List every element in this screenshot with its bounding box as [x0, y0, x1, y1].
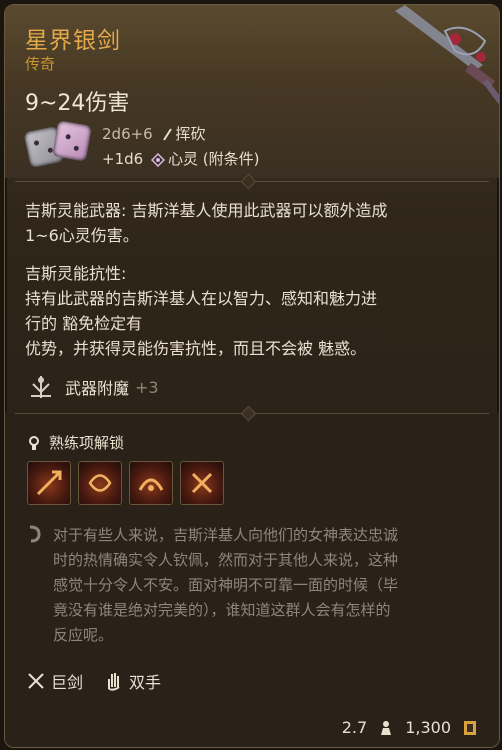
ability-text: 吉斯灵能武器: 吉斯洋基人使用此武器可以额外造成 [25, 201, 388, 220]
enchantment-label: 武器附魔 [65, 379, 130, 398]
flavor-line: 时的热情确实令人钦佩，然而对于其他人来说，这种 [53, 551, 399, 569]
ability-resistance: 吉斯灵能抗性: 持有此武器的吉斯洋基人在以智力、感知和魅力进 行的 豁免检定有 … [25, 261, 377, 361]
damage-line-slashing: 2d6+6 挥砍 [102, 123, 206, 144]
unlock-icon [29, 435, 39, 450]
ability-text: 1~6心灵伤害。 [25, 226, 139, 245]
flavor-line: 感觉十分令人不安。面对神明不可靠一面的时候（毕 [53, 576, 399, 594]
weapon-action-icon [191, 472, 213, 494]
flavor-line: 竟没有谁是绝对完美的），谁知道这群人会有怎样的 [53, 601, 391, 619]
dice-icon [23, 120, 95, 173]
lore-quote-icon [29, 525, 41, 543]
weapon-type-label: 巨剑 [51, 673, 84, 692]
item-rarity: 传奇 [25, 55, 56, 73]
item-value: 1,300 [405, 718, 451, 737]
item-footer: 2.7 1,300 [342, 718, 477, 737]
skill-slot-2[interactable] [78, 461, 122, 505]
weapon-action-icon [138, 478, 164, 491]
weapon-enchantment: 武器附魔 +3 [27, 374, 159, 400]
item-weight: 2.7 [341, 718, 368, 737]
enchantment-icon [31, 376, 51, 398]
damage-type: 挥砍 [175, 125, 206, 143]
damage-total: 9~24伤害 [25, 91, 130, 116]
damage-type: 心灵 (附条件) [167, 150, 260, 168]
ability-text: 优势，并获得灵能伤害抗性，而且不会被 魅惑。 [25, 339, 367, 358]
flavor-line: 对于有些人来说，吉斯洋基人向他们的女神表达忠诚 [53, 526, 399, 544]
flavor-text: 对于有些人来说，吉斯洋基人向他们的女神表达忠诚 时的热情确实令人钦佩，然而对于其… [53, 523, 473, 648]
damage-dice: 2d6+6 [102, 125, 153, 143]
weight-icon [381, 720, 392, 735]
weapon-type: 巨剑 [27, 669, 83, 693]
hand-icon [108, 673, 120, 691]
ability-text: 持有此武器的吉斯洋基人在以智力、感知和魅力进 [25, 289, 378, 308]
weapon-hands: 双手 [105, 669, 161, 693]
weapon-action-icon [88, 474, 112, 492]
enchantment-value: +3 [135, 377, 159, 397]
weapon-hands-label: 双手 [129, 673, 162, 692]
gold-icon [464, 720, 476, 735]
ability-weapon: 吉斯灵能武器: 吉斯洋基人使用此武器可以额外造成 1~6心灵伤害。 [25, 198, 387, 248]
proficiency-title: 熟练项解锁 [49, 434, 125, 452]
item-tooltip: 星界银剑 传奇 9~24伤害 2d6+6 挥砍 +1d6 心灵 (附条件) 吉斯… [4, 4, 500, 748]
damage-line-psychic: +1d6 心灵 (附条件) [102, 148, 259, 169]
slashing-icon [162, 127, 172, 141]
ability-title: 吉斯灵能抗性: [25, 264, 127, 283]
skill-slot-4[interactable] [180, 461, 224, 505]
ability-text: 行的 豁免检定有 [25, 314, 143, 333]
proficiency-header: 熟练项解锁 [27, 432, 124, 453]
psychic-icon [150, 152, 165, 167]
skill-slot-3[interactable] [129, 461, 173, 505]
weapon-action-icon [36, 470, 62, 496]
skill-slot-1[interactable] [27, 461, 71, 505]
skill-list [27, 461, 224, 505]
crossed-swords-icon [28, 673, 44, 689]
item-name: 星界银剑 [25, 28, 121, 54]
damage-dice: +1d6 [102, 150, 144, 168]
weapon-properties: 巨剑 双手 [27, 669, 161, 693]
sword-art-icon [395, 5, 499, 105]
flavor-line: 反应呢。 [53, 626, 114, 644]
